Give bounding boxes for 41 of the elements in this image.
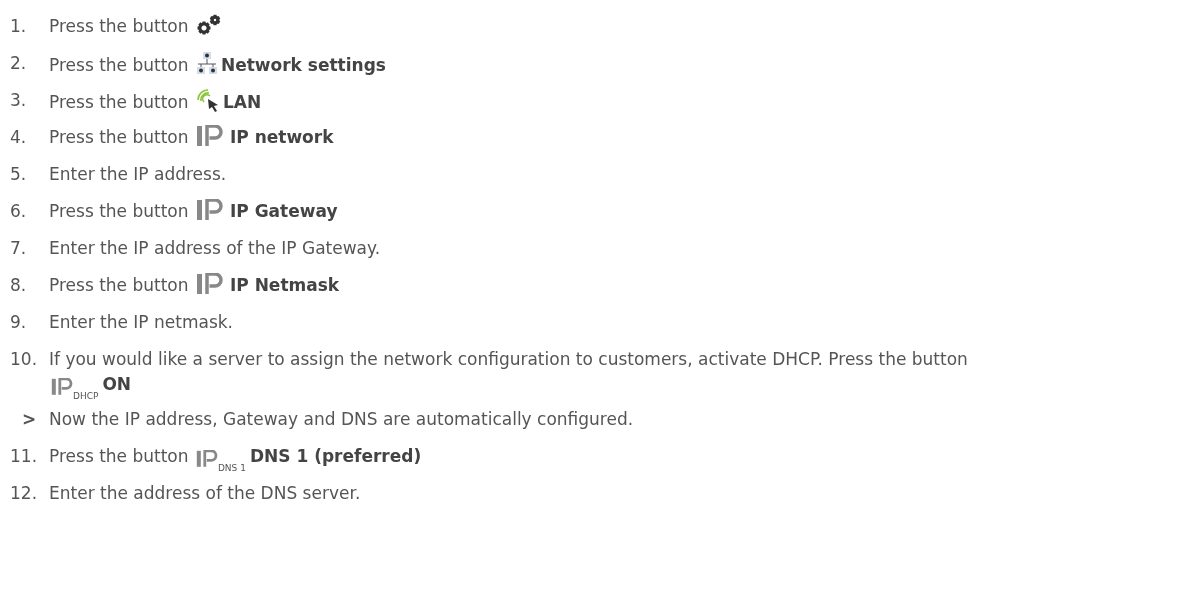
step-text: Press the button: [49, 446, 190, 466]
step-number: 4.: [9, 126, 28, 149]
ip-icon: [195, 125, 226, 147]
step-number: 10.: [9, 348, 39, 371]
gears-icon: [195, 14, 222, 36]
step-number: 1.: [9, 15, 28, 38]
step-number: 2.: [9, 52, 28, 75]
button-label: DNS 1 (preferred): [249, 446, 422, 466]
button-label: ON: [102, 374, 132, 394]
step-text: Press the button: [49, 55, 190, 75]
step-text: Press the button: [49, 92, 190, 112]
step-number: 8.: [9, 274, 28, 297]
ip-icon: [195, 273, 226, 295]
icon-caption: DNS 1: [217, 464, 246, 473]
step-text: Enter the IP address.: [49, 164, 227, 184]
button-label: IP network: [229, 127, 334, 147]
result-marker: >: [21, 408, 38, 431]
step-number: 11.: [9, 445, 39, 468]
ip-icon: [195, 199, 226, 221]
icon-caption: DHCP: [73, 392, 99, 401]
step-number: 9.: [9, 311, 28, 334]
step-number: 3.: [9, 89, 28, 112]
button-label: IP Gateway: [229, 201, 338, 221]
step-number: 12.: [9, 482, 39, 505]
step-number: 5.: [9, 163, 28, 186]
result-text: Now the IP address, Gateway and DNS are automatically configured.: [49, 409, 634, 429]
step-text: Enter the IP netmask.: [49, 312, 233, 332]
step-text: Enter the address of the DNS server.: [49, 483, 361, 503]
step-number: 6.: [9, 200, 28, 223]
step-text: Enter the IP address of the IP Gateway.: [49, 238, 381, 258]
step-number: 7.: [9, 237, 28, 260]
button-label: IP Netmask: [229, 275, 340, 295]
wifi-cursor-icon: [195, 88, 220, 112]
button-label: LAN: [222, 92, 262, 112]
button-label: Network settings: [220, 55, 386, 75]
step-text: Press the button: [49, 201, 190, 221]
network-icon: [195, 51, 218, 75]
step-text: Press the button: [49, 16, 190, 36]
step-text: If you would like a server to assign the network configuration to customers, activate DHCP. Press the button: [49, 349, 968, 369]
step-text: Press the button: [49, 275, 190, 295]
step-text: Press the button: [49, 127, 190, 147]
